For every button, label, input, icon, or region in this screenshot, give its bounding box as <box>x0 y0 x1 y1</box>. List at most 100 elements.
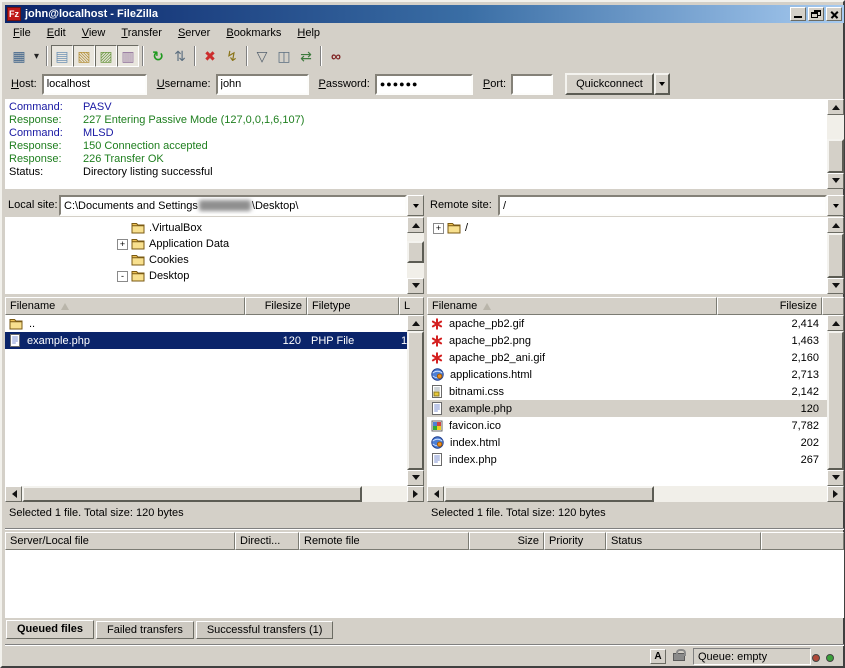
remote-list-scrollbar[interactable] <box>827 315 844 486</box>
menu-file[interactable]: File <box>5 24 39 42</box>
local-list-scrollbar[interactable] <box>407 315 424 486</box>
quickconnect-button[interactable]: Quickconnect <box>565 73 654 95</box>
menu-transfer[interactable]: Transfer <box>113 24 170 42</box>
find-files-button[interactable]: ∞ <box>325 45 347 67</box>
scrollbar-thumb[interactable] <box>827 233 844 278</box>
column-header-filetype[interactable]: Filetype <box>307 297 399 315</box>
tab-queued-files[interactable]: Queued files <box>6 620 94 639</box>
restore-button[interactable] <box>808 7 824 21</box>
remote-site-dropdown-button[interactable] <box>827 195 844 216</box>
collapse-icon[interactable]: - <box>117 271 128 282</box>
scrollbar-thumb[interactable] <box>407 241 424 263</box>
file-row[interactable]: apache_pb2_ani.gif 2,160 <box>427 349 827 366</box>
file-row[interactable]: favicon.ico 7,782 <box>427 417 827 434</box>
toggle-message-log-button[interactable]: ▤ <box>51 45 73 67</box>
menu-view[interactable]: View <box>74 24 114 42</box>
expand-icon[interactable]: + <box>433 223 444 234</box>
scroll-down-button[interactable] <box>407 470 424 486</box>
menu-server[interactable]: Server <box>170 24 218 42</box>
scrollbar-track[interactable] <box>444 486 827 502</box>
cancel-button[interactable]: ✖ <box>199 45 221 67</box>
scrollbar-track[interactable] <box>827 115 844 173</box>
toggle-local-tree-button[interactable]: ▧ <box>73 45 95 67</box>
directory-comparison-button[interactable]: ◫ <box>273 45 295 67</box>
file-row[interactable]: index.html 202 <box>427 434 827 451</box>
tree-item[interactable]: - Desktop <box>117 268 189 284</box>
scrollbar-thumb[interactable] <box>407 331 424 470</box>
remote-list-hscrollbar[interactable] <box>427 486 844 502</box>
scrollbar-thumb[interactable] <box>444 486 654 502</box>
tree-item[interactable]: + / <box>433 220 468 236</box>
scroll-up-button[interactable] <box>407 315 424 331</box>
menu-help[interactable]: Help <box>289 24 328 42</box>
site-manager-dropdown-button[interactable]: ▾ <box>30 45 43 67</box>
scrollbar-thumb[interactable] <box>22 486 362 502</box>
scrollbar-track[interactable] <box>827 331 844 470</box>
column-header-priority[interactable]: Priority <box>544 532 606 550</box>
scroll-up-button[interactable] <box>407 217 424 233</box>
tab-failed-transfers[interactable]: Failed transfers <box>96 621 194 639</box>
file-row[interactable]: bitnami.css 2,142 <box>427 383 827 400</box>
column-header-filename[interactable]: Filename <box>5 297 245 315</box>
scroll-down-button[interactable] <box>827 173 844 189</box>
log-scrollbar[interactable] <box>827 99 844 189</box>
quickconnect-dropdown-button[interactable] <box>654 73 670 95</box>
scrollbar-track[interactable] <box>22 486 407 502</box>
password-input[interactable] <box>375 74 473 95</box>
scroll-down-button[interactable] <box>827 278 844 294</box>
expand-icon[interactable]: + <box>117 239 128 250</box>
scroll-down-button[interactable] <box>827 470 844 486</box>
filename-filters-button[interactable]: ▽ <box>251 45 273 67</box>
column-header-remote-file[interactable]: Remote file <box>299 532 469 550</box>
column-header-lastmodified[interactable]: L <box>399 297 424 315</box>
column-header-server-local-file[interactable]: Server/Local file <box>5 532 235 550</box>
tree-item[interactable]: Cookies <box>117 252 189 268</box>
menu-bookmarks[interactable]: Bookmarks <box>218 24 289 42</box>
column-header-direction[interactable]: Directi... <box>235 532 299 550</box>
local-tree-scrollbar[interactable] <box>407 217 424 294</box>
username-input[interactable] <box>216 74 309 95</box>
transfer-type-icon[interactable]: A <box>650 649 666 664</box>
local-site-dropdown-button[interactable] <box>407 195 424 216</box>
scrollbar-thumb[interactable] <box>827 139 844 173</box>
scroll-down-button[interactable] <box>407 278 424 294</box>
scrollbar-track[interactable] <box>827 233 844 278</box>
file-row[interactable]: apache_pb2.png 1,463 <box>427 332 827 349</box>
scroll-up-button[interactable] <box>827 217 844 233</box>
site-manager-button[interactable]: ▦ <box>8 45 30 67</box>
file-row[interactable]: index.php 267 <box>427 451 827 468</box>
file-row[interactable]: applications.html 2,713 <box>427 366 827 383</box>
refresh-button[interactable]: ↻ <box>147 45 169 67</box>
scroll-right-button[interactable] <box>827 486 844 502</box>
column-header-filename[interactable]: Filename <box>427 297 717 315</box>
column-header-status[interactable]: Status <box>606 532 761 550</box>
column-header-size[interactable]: Size <box>469 532 544 550</box>
pane-splitter[interactable] <box>5 528 844 530</box>
scrollbar-track[interactable] <box>407 233 424 278</box>
host-input[interactable] <box>42 74 147 95</box>
scrollbar-track[interactable] <box>407 331 424 470</box>
column-header-filesize[interactable]: Filesize <box>717 297 822 315</box>
port-input[interactable] <box>511 74 553 95</box>
toggle-queue-button[interactable]: ▥ <box>117 45 139 67</box>
scroll-up-button[interactable] <box>827 99 844 115</box>
disconnect-button[interactable]: ↯ <box>221 45 243 67</box>
close-button[interactable] <box>826 7 842 21</box>
process-queue-button[interactable]: ⇅ <box>169 45 191 67</box>
scroll-up-button[interactable] <box>827 315 844 331</box>
menu-edit[interactable]: Edit <box>39 24 74 42</box>
remote-site-combo[interactable]: / <box>498 195 844 216</box>
scroll-left-button[interactable] <box>427 486 444 502</box>
file-row[interactable]: .. <box>5 315 407 332</box>
column-header-filesize[interactable]: Filesize <box>245 297 307 315</box>
synchronized-browsing-button[interactable]: ⇄ <box>295 45 317 67</box>
file-row[interactable]: apache_pb2.gif 2,414 <box>427 315 827 332</box>
scroll-left-button[interactable] <box>5 486 22 502</box>
encryption-status-icon[interactable] <box>673 653 685 661</box>
scroll-right-button[interactable] <box>407 486 424 502</box>
scrollbar-thumb[interactable] <box>827 331 844 470</box>
file-row-selected[interactable]: example.php 120 <box>427 400 827 417</box>
remote-tree-scrollbar[interactable] <box>827 217 844 294</box>
local-list-hscrollbar[interactable] <box>5 486 424 502</box>
tree-item[interactable]: + Application Data <box>117 236 229 252</box>
